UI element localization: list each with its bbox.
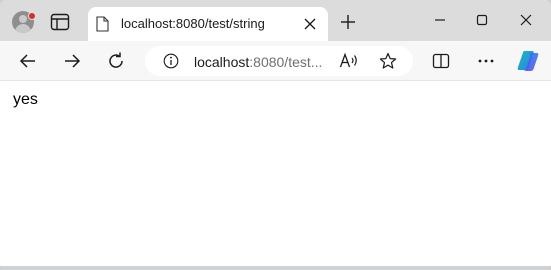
- plus-icon[interactable]: [340, 14, 356, 30]
- browser-window: localhost:8080/test/string localhost:808…: [0, 0, 551, 270]
- close-window-icon[interactable]: [518, 12, 534, 28]
- page-content: yes: [0, 80, 551, 266]
- back-arrow-icon[interactable]: [18, 51, 38, 71]
- more-icon[interactable]: [476, 51, 496, 71]
- close-icon[interactable]: [303, 17, 317, 31]
- refresh-icon[interactable]: [106, 51, 126, 71]
- url-text[interactable]: localhost:8080/test...: [194, 54, 322, 70]
- favorite-star-icon[interactable]: [379, 52, 397, 70]
- maximize-icon[interactable]: [474, 12, 490, 28]
- split-screen-icon[interactable]: [431, 51, 451, 71]
- address-bar[interactable]: localhost:8080/test...: [145, 46, 413, 76]
- url-path: :8080/test...: [249, 54, 323, 70]
- tab-strip: localhost:8080/test/string: [0, 0, 551, 41]
- page-text: yes: [13, 91, 38, 108]
- profile-head: [19, 15, 27, 23]
- read-aloud-icon[interactable]: [339, 52, 359, 70]
- forward-arrow-icon[interactable]: [62, 51, 82, 71]
- minimize-icon[interactable]: [432, 12, 448, 28]
- info-icon[interactable]: [163, 53, 179, 69]
- url-host: localhost: [194, 54, 250, 70]
- tab-actions-icon[interactable]: [50, 13, 70, 31]
- tab-active[interactable]: localhost:8080/test/string: [88, 7, 328, 41]
- page-icon: [96, 16, 109, 32]
- copilot-icon[interactable]: [516, 50, 540, 72]
- profile-body: [15, 24, 31, 33]
- toolbar: localhost:8080/test...: [0, 41, 551, 80]
- profile-notification-badge: [28, 12, 36, 20]
- tab-title: localhost:8080/test/string: [121, 16, 265, 31]
